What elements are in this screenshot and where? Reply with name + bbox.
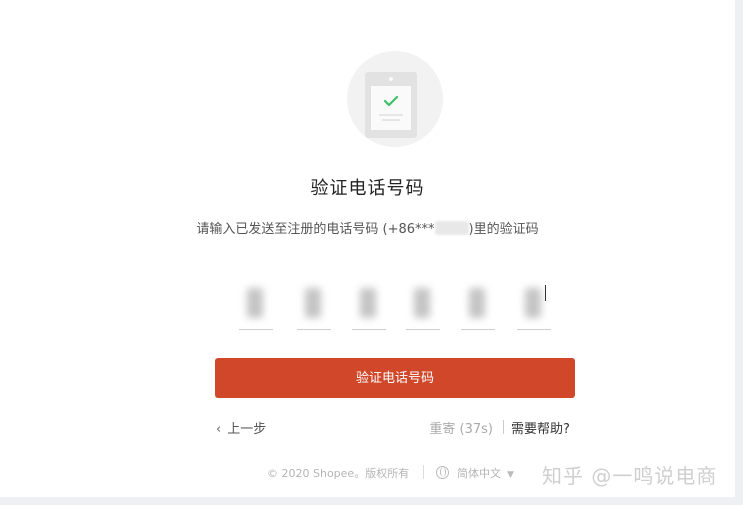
otp-digit-value	[360, 288, 376, 318]
back-label: 上一步	[227, 422, 267, 437]
otp-digit-value	[305, 288, 321, 318]
language-selector[interactable]: 简体中文 ▼	[436, 465, 514, 481]
otp-digit-value	[414, 288, 430, 318]
chevron-left-icon: ‹	[216, 422, 222, 437]
page-title: 验证电话号码	[310, 178, 425, 199]
instructions-suffix: )里的验证码	[468, 222, 539, 237]
screen-line	[382, 119, 400, 121]
otp-digit-input[interactable]	[297, 283, 331, 330]
otp-digit-input[interactable]	[406, 283, 440, 330]
verification-card: 验证电话号码 请输入已发送至注册的电话号码 (+86*** )里的验证码 验证电话…	[0, 0, 735, 497]
caret-down-icon: ▼	[507, 470, 514, 480]
footer-divider	[423, 465, 424, 479]
otp-digit-value	[469, 288, 485, 318]
instructions-prefix: 请输入已发送至注册的电话号码 (+86***	[196, 222, 435, 237]
verified-phone-illustration	[347, 51, 443, 147]
back-link[interactable]: ‹ 上一步	[216, 418, 266, 437]
watermark: 知乎 @一鸣说电商	[542, 464, 718, 488]
otp-digit-value	[525, 288, 541, 318]
otp-digit-input[interactable]	[239, 283, 273, 330]
phone-camera-dot	[389, 77, 393, 81]
otp-digit-input[interactable]	[461, 283, 495, 330]
divider	[503, 420, 504, 434]
screen-line	[379, 114, 403, 116]
language-label: 简体中文	[457, 467, 501, 480]
resend-code-link[interactable]: 重寄 (37s)	[429, 418, 493, 437]
phone-screen	[371, 86, 411, 130]
globe-icon	[436, 466, 449, 479]
masked-phone-number	[434, 221, 469, 235]
phone-graphic	[365, 72, 417, 138]
text-caret	[545, 285, 546, 301]
otp-digit-input[interactable]	[352, 283, 386, 330]
check-icon	[383, 95, 399, 107]
verify-phone-button[interactable]: 验证电话号码	[215, 358, 575, 398]
otp-digit-value	[247, 288, 263, 318]
verification-instructions: 请输入已发送至注册的电话号码 (+86*** )里的验证码	[0, 218, 735, 237]
copyright-text: © 2020 Shopee。版权所有	[267, 467, 410, 480]
need-help-link[interactable]: 需要帮助?	[511, 418, 570, 437]
